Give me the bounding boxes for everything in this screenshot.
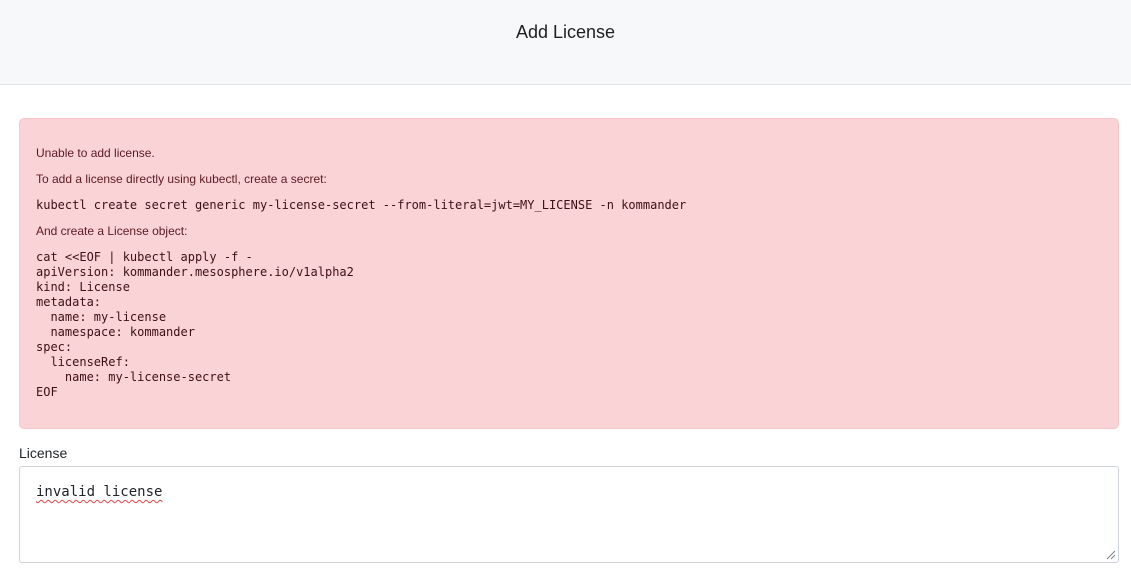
license-value: invalid license xyxy=(36,484,163,500)
object-instruction: And create a License object: xyxy=(36,224,188,238)
license-label: License xyxy=(19,445,68,461)
secret-instruction: To add a license directly using kubectl,… xyxy=(36,172,327,186)
error-message: Unable to add license. xyxy=(36,146,155,160)
license-textarea[interactable]: invalid license xyxy=(19,466,1119,563)
resize-handle-icon[interactable] xyxy=(1106,550,1116,560)
license-manifest: cat <<EOF | kubectl apply -f - apiVersio… xyxy=(36,250,354,399)
page-title: Add License xyxy=(515,22,616,42)
page-header: Add License xyxy=(0,0,1131,85)
secret-command: kubectl create secret generic my-license… xyxy=(36,198,687,212)
error-alert: Unable to add license. To add a license … xyxy=(19,118,1119,429)
